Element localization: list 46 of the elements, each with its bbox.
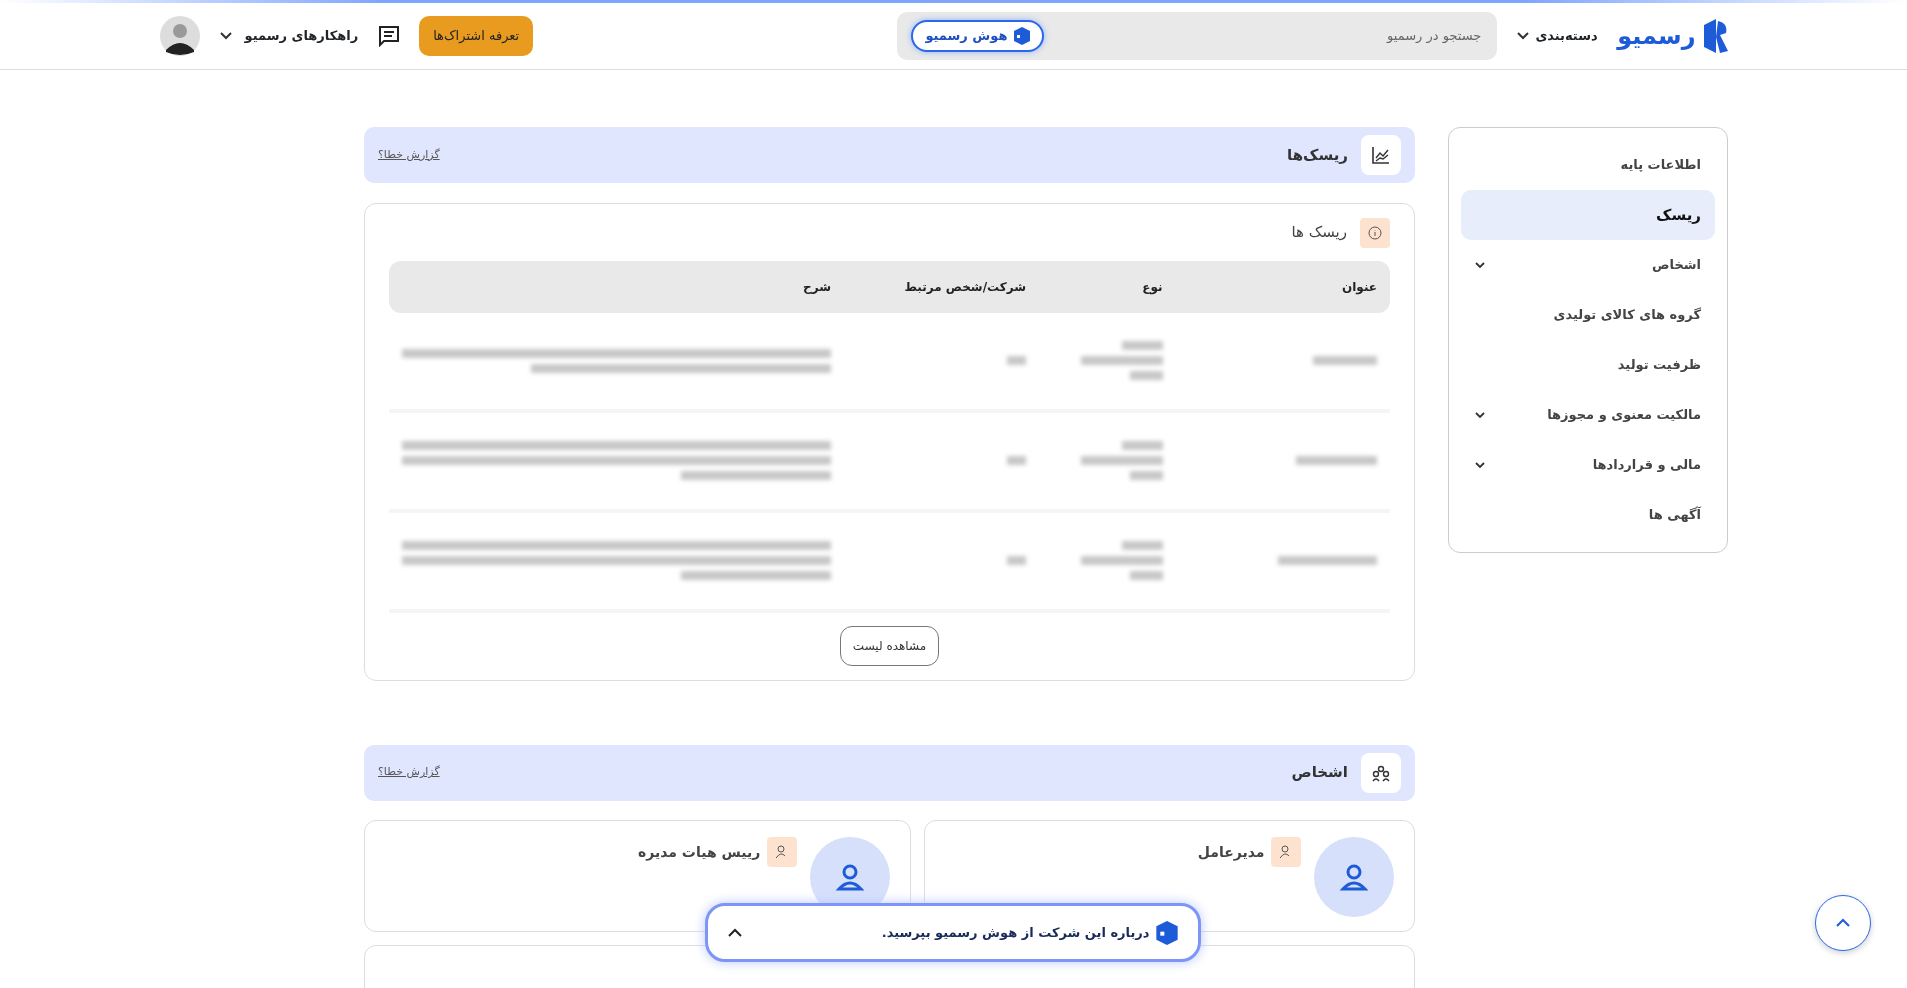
sidebar-item[interactable]: ریسک (1461, 190, 1715, 240)
chevron-down-icon (219, 32, 232, 40)
sidebar-item[interactable]: اشخاص (1461, 240, 1715, 290)
report-error-link[interactable]: گزارش خطا؟ (378, 146, 440, 164)
subscription-button[interactable]: تعرفه اشتراک‌ها (419, 16, 534, 56)
column-header: شرکت/شخص مرتبط (904, 279, 1026, 294)
column-header: نوع (1142, 279, 1163, 294)
solutions-menu[interactable]: راهکارهای رسمیو (219, 26, 359, 46)
sidebar-item[interactable]: ظرفیت تولید (1461, 340, 1715, 390)
info-icon (1360, 217, 1390, 248)
logo-icon (1702, 19, 1728, 53)
chevron-down-icon (1516, 32, 1529, 40)
blurred-text (1312, 356, 1377, 365)
role-title: مدیرعامل (1197, 842, 1265, 863)
report-error-link[interactable]: گزارش خطا؟ (378, 764, 440, 781)
section-title: ریسک‌ها (1287, 144, 1348, 166)
blurred-text (1006, 556, 1026, 565)
chart-icon (1361, 135, 1401, 175)
sidebar-item[interactable]: اطلاعات پایه (1461, 140, 1715, 190)
scroll-top-button[interactable] (1815, 895, 1871, 951)
chevron-up-icon (1836, 918, 1850, 928)
person-icon (766, 837, 797, 867)
column-header: عنوان (1342, 279, 1377, 294)
cube-icon (1013, 27, 1030, 45)
section-title: اشخاص (1291, 762, 1348, 784)
people-icon (1361, 752, 1401, 793)
blurred-text (1006, 456, 1026, 465)
card-title: ریسک ها (1291, 222, 1347, 244)
cube-icon (1156, 920, 1178, 945)
search-field[interactable]: جستجو در رسمیو هوش رسمیو (897, 12, 1498, 60)
ai-prompt-text[interactable]: درباره این شرکت از هوش رسمیو بپرسید. (881, 922, 1150, 943)
role-title: رییس هیات مدیره (638, 842, 761, 863)
column-header: شرح (803, 279, 831, 294)
sidebar-item[interactable]: مالکیت معنوی و مجوزها (1461, 390, 1715, 440)
person-icon (1271, 837, 1301, 867)
chat-icon[interactable] (377, 25, 400, 47)
logo-text[interactable]: رسمیو (1617, 18, 1696, 54)
view-list-button[interactable]: مشاهده لیست (839, 625, 940, 666)
avatar-icon[interactable] (160, 16, 200, 56)
ai-button[interactable]: هوش رسمیو (911, 20, 1044, 52)
blurred-text (1006, 356, 1026, 365)
categories-menu[interactable]: دسته‌بندی (1516, 26, 1598, 46)
chevron-up-icon[interactable] (728, 927, 742, 938)
sidebar-item[interactable]: گروه های کالای تولیدی (1461, 290, 1715, 340)
sidebar-item[interactable]: مالی و قراردادها (1461, 440, 1715, 490)
sidebar-item[interactable]: آگهی ها (1461, 490, 1715, 540)
